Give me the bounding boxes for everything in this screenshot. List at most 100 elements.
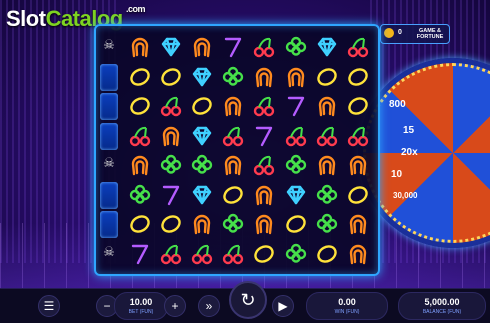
game-stage: SlotCatalog .com 800 15 20x 10 30,000 0 … [0, 0, 490, 323]
logo-suffix: .com [126, 4, 146, 14]
horseshoe-icon [249, 180, 280, 209]
cherry-icon [218, 121, 249, 150]
meter-cell [100, 63, 118, 91]
cherry-icon [280, 121, 311, 150]
clover-icon [280, 239, 311, 268]
cherry-icon [124, 121, 155, 150]
bonus-badge-title: GAME & FORTUNE [413, 28, 447, 40]
diamond-icon [280, 180, 311, 209]
horseshoe-icon [218, 91, 249, 120]
lemon-icon [124, 62, 155, 91]
clover-icon [186, 150, 217, 179]
cherry-icon [249, 32, 280, 61]
balance-display: 5,000.00 BALANCE (FUN) [398, 292, 486, 320]
bet-value: 10.00 [129, 297, 153, 307]
cherry-icon [155, 239, 186, 268]
horseshoe-icon [311, 91, 342, 120]
diamond-icon [155, 32, 186, 61]
win-value: 0.00 [338, 297, 356, 307]
cherry-icon [186, 239, 217, 268]
bonus-count: 0 [398, 29, 402, 36]
diamond-icon [186, 121, 217, 150]
meter-cell [100, 181, 118, 209]
bet-label: BET (FUN) [128, 309, 154, 315]
wheel-label: 30,000 [393, 191, 418, 200]
horseshoe-icon [249, 209, 280, 238]
seven-icon [280, 91, 311, 120]
clover-icon [124, 180, 155, 209]
cherry-icon [155, 91, 186, 120]
seven-icon [218, 32, 249, 61]
logo-prefix: Slot [6, 6, 46, 31]
horseshoe-icon [311, 150, 342, 179]
horseshoe-icon [186, 209, 217, 238]
lemon-icon [155, 62, 186, 91]
clover-icon [155, 150, 186, 179]
meter-cell [100, 122, 118, 150]
skull-icon: ☠ [103, 37, 115, 52]
wheel-label: 15 [403, 125, 415, 136]
horseshoe-icon [186, 32, 217, 61]
lemon-icon [342, 62, 373, 91]
cherry-icon [249, 150, 280, 179]
coin-icon [384, 28, 394, 38]
seven-icon [155, 180, 186, 209]
wheel-label: 10 [391, 169, 403, 180]
lemon-icon [186, 91, 217, 120]
clover-icon [280, 32, 311, 61]
cherry-icon [218, 239, 249, 268]
cherry-icon [249, 91, 280, 120]
clover-icon [218, 62, 249, 91]
lemon-icon [218, 180, 249, 209]
clover-icon [311, 209, 342, 238]
clover-icon [280, 150, 311, 179]
meter-cell [100, 93, 118, 120]
lemon-icon [124, 91, 155, 120]
horseshoe-icon [249, 62, 280, 91]
wheel-rim [363, 63, 490, 243]
game-fortune-badge[interactable]: 0 GAME & FORTUNE [380, 24, 450, 44]
skull-icon: ☠ [103, 243, 115, 259]
seven-icon [124, 239, 155, 268]
wheel-label: 20x [401, 147, 418, 158]
control-bar: ☰ − 10.00 BET (FUN) + » ↻ ▶ 0.00 WIN (FU… [0, 281, 490, 323]
bet-increase-button[interactable]: + [164, 295, 186, 317]
clover-icon [218, 209, 249, 238]
horseshoe-icon [124, 32, 155, 61]
horseshoe-icon [342, 239, 373, 268]
win-label: WIN (FUN) [334, 309, 360, 315]
diamond-icon [311, 32, 342, 61]
turbo-button[interactable]: » [198, 295, 220, 317]
wheel-label: 800 [389, 99, 406, 110]
lemon-icon [311, 62, 342, 91]
skull-icon: ☠ [103, 155, 115, 170]
diamond-icon [186, 62, 217, 91]
menu-button[interactable]: ☰ [38, 295, 60, 317]
autoplay-button[interactable]: ▶ [272, 295, 294, 317]
lemon-icon [342, 180, 373, 209]
horseshoe-icon [155, 121, 186, 150]
symbol-grid [124, 32, 374, 268]
horseshoe-icon [342, 209, 373, 238]
horseshoe-icon [342, 150, 373, 179]
win-display: 0.00 WIN (FUN) [306, 292, 388, 320]
lemon-icon [249, 239, 280, 268]
cherry-icon [311, 121, 342, 150]
horseshoe-icon [218, 150, 249, 179]
diamond-icon [186, 180, 217, 209]
seven-icon [249, 121, 280, 150]
meter-cell [100, 211, 118, 238]
spin-button[interactable]: ↻ [229, 281, 267, 319]
lemon-icon [280, 209, 311, 238]
horseshoe-icon [124, 150, 155, 179]
clover-icon [311, 180, 342, 209]
side-meter: ☠ ☠ ☠ [100, 32, 118, 268]
lemon-icon [342, 91, 373, 120]
balance-label: BALANCE (FUN) [422, 309, 462, 315]
bet-display: 10.00 BET (FUN) [114, 292, 168, 320]
balance-value: 5,000.00 [424, 297, 460, 307]
reel-board: ☠ ☠ ☠ [94, 24, 380, 276]
horseshoe-icon [280, 62, 311, 91]
lemon-icon [124, 209, 155, 238]
lemon-icon [155, 209, 186, 238]
